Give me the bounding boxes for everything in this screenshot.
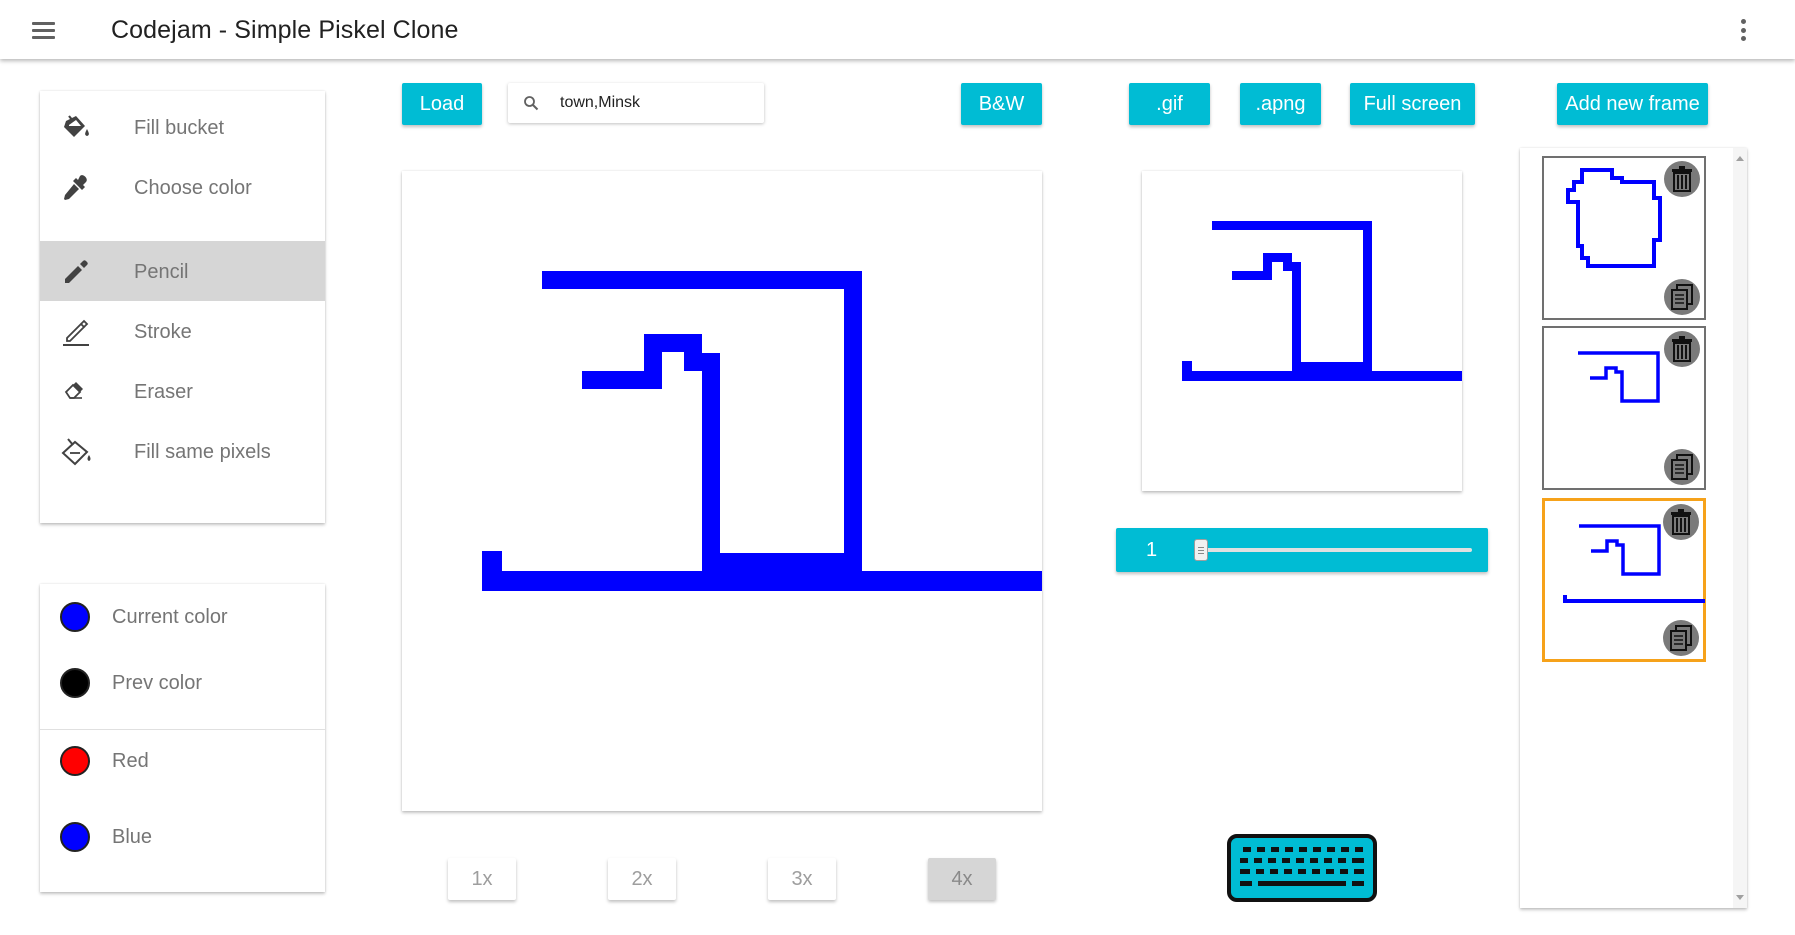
trash-icon (1671, 509, 1691, 535)
menu-icon[interactable] (28, 16, 62, 44)
blue-color-swatch (60, 822, 90, 852)
fps-slider-track[interactable] (1196, 548, 1472, 552)
zoom-2x-button[interactable]: 2x (608, 858, 676, 900)
tool-label: Fill same pixels (134, 441, 271, 463)
copy-icon (1671, 454, 1693, 480)
tool-choose-color[interactable]: Choose color (40, 157, 325, 217)
keyboard-shortcuts-icon[interactable] (1226, 833, 1378, 903)
zoom-3x-button[interactable]: 3x (768, 858, 836, 900)
tool-fill-same-pixels[interactable]: Fill same pixels (40, 421, 325, 481)
tools-panel: Fill bucket Choose color Pencil Stroke E… (40, 91, 325, 523)
color-label: Prev color (112, 672, 203, 694)
search-input[interactable] (560, 89, 755, 117)
app-bar: Codejam - Simple Piskel Clone (0, 0, 1795, 59)
tool-label: Choose color (134, 177, 252, 199)
zoom-1x-button[interactable]: 1x (448, 858, 516, 900)
tool-fill-bucket[interactable]: Fill bucket (40, 97, 325, 157)
current-color-item[interactable]: Current color (40, 584, 325, 650)
frame-thumbnail-1[interactable] (1542, 156, 1706, 320)
copy-icon (1671, 284, 1693, 310)
fps-value: 1 (1146, 539, 1158, 561)
tool-eraser[interactable]: Eraser (40, 361, 325, 421)
eyedropper-icon (64, 175, 87, 200)
zoom-4x-button[interactable]: 4x (928, 858, 996, 900)
trash-icon (1672, 336, 1692, 362)
delete-frame-button[interactable] (1664, 331, 1700, 367)
frame-thumbnail-2[interactable] (1542, 326, 1706, 490)
load-button[interactable]: Load (402, 83, 482, 125)
scroll-down-arrow-icon[interactable] (1736, 895, 1744, 900)
search-box (508, 83, 764, 123)
tool-label: Pencil (134, 261, 189, 283)
full-screen-button[interactable]: Full screen (1350, 83, 1475, 125)
frames-scrollbar[interactable] (1733, 148, 1747, 908)
tool-stroke[interactable]: Stroke (40, 301, 325, 361)
stroke-icon (63, 319, 89, 346)
animation-preview (1142, 171, 1462, 491)
tool-label: Fill bucket (134, 117, 225, 139)
blue-color-item[interactable]: Blue (40, 804, 325, 870)
frame-thumbnail-3[interactable] (1542, 498, 1706, 662)
fps-control: 1 (1116, 528, 1488, 572)
delete-frame-button[interactable] (1663, 504, 1699, 540)
prev-color-swatch (60, 668, 90, 698)
tool-label: Stroke (134, 321, 192, 343)
red-color-swatch (60, 746, 90, 776)
fill-same-pixels-icon (61, 438, 91, 466)
more-vert-icon[interactable] (1733, 16, 1753, 44)
apng-export-button[interactable]: .apng (1240, 83, 1321, 125)
drawing-canvas[interactable] (402, 171, 1042, 811)
red-color-item[interactable]: Red (40, 728, 325, 794)
eraser-icon (64, 382, 83, 399)
search-icon (524, 96, 539, 111)
frames-panel (1520, 148, 1747, 908)
copy-icon (1670, 625, 1692, 651)
preview-drawing (1182, 221, 1462, 381)
color-label: Blue (112, 826, 153, 848)
pencil-icon (65, 260, 88, 283)
scroll-up-arrow-icon[interactable] (1736, 156, 1744, 161)
delete-frame-button[interactable] (1664, 161, 1700, 197)
duplicate-frame-button[interactable] (1664, 279, 1700, 315)
fill-bucket-icon (64, 115, 89, 137)
tool-pencil[interactable]: Pencil (40, 241, 325, 301)
color-label: Red (112, 750, 149, 772)
tool-label: Eraser (134, 381, 193, 403)
current-color-swatch (60, 602, 90, 632)
color-label: Current color (112, 606, 228, 628)
duplicate-frame-button[interactable] (1663, 620, 1699, 656)
gif-export-button[interactable]: .gif (1129, 83, 1210, 125)
app-title: Codejam - Simple Piskel Clone (111, 16, 459, 44)
duplicate-frame-button[interactable] (1664, 449, 1700, 485)
trash-icon (1672, 166, 1692, 192)
canvas-drawing (482, 271, 1042, 591)
prev-color-item[interactable]: Prev color (40, 650, 325, 716)
bw-button[interactable]: B&W (961, 83, 1042, 125)
add-new-frame-button[interactable]: Add new frame (1557, 83, 1708, 125)
colors-panel: Current color Prev color Red Blue (40, 584, 325, 892)
fps-slider-thumb[interactable] (1194, 539, 1208, 561)
